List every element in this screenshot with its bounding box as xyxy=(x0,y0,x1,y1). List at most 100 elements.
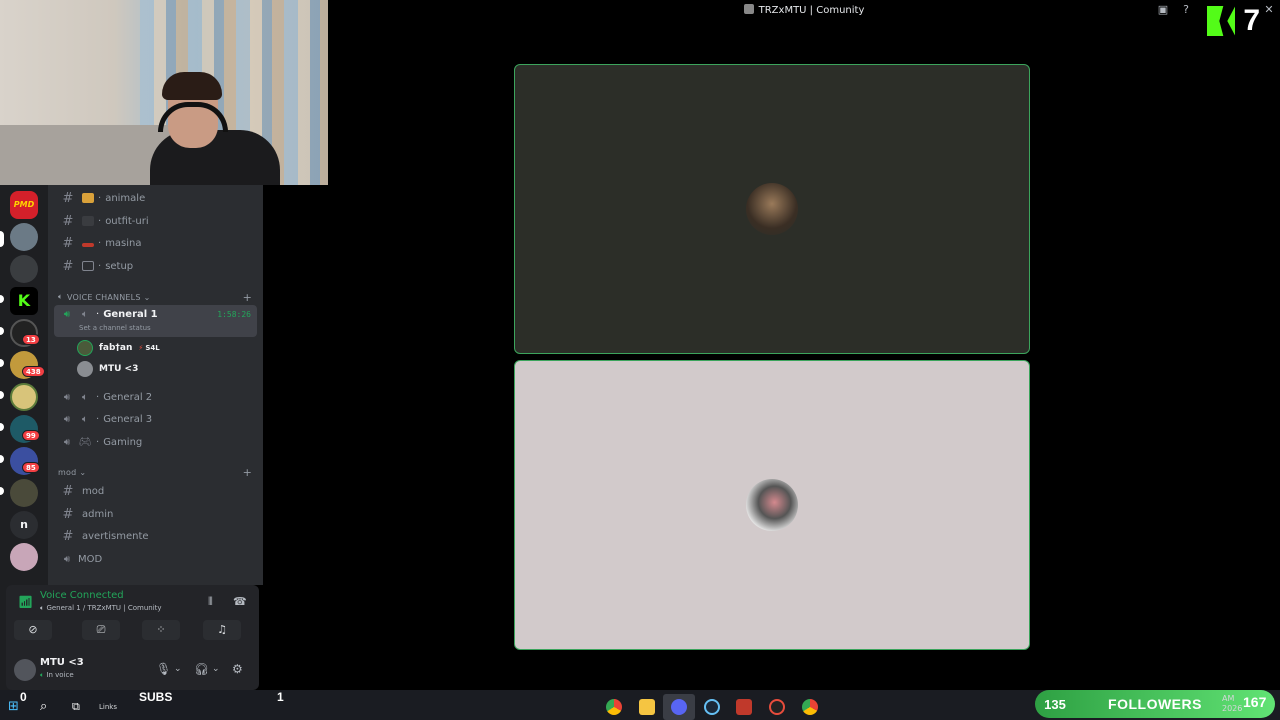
category-mod[interactable]: mod ⌄ + xyxy=(58,466,258,479)
noise-suppression-icon[interactable]: ⦀ xyxy=(208,595,213,609)
kick-logo-icon xyxy=(1207,6,1236,36)
activities-button[interactable]: ⁘ xyxy=(142,620,180,640)
kick-overlay: 7 xyxy=(1207,6,1260,36)
voice-tile-2[interactable] xyxy=(514,360,1030,650)
steam-icon[interactable] xyxy=(704,699,720,715)
voice-channel-general-1[interactable]: 🔊︎ 🔈︎ · General 1 1:58:26 Set a channel … xyxy=(54,305,257,337)
hash-icon: # xyxy=(62,483,74,499)
screen-share-button[interactable]: ⎚ xyxy=(82,620,120,640)
signal-icon[interactable]: 📶︎ xyxy=(18,595,33,609)
channel-label: admin xyxy=(82,508,114,520)
add-channel-icon[interactable]: + xyxy=(243,466,252,479)
chrome-icon[interactable] xyxy=(606,699,622,715)
windows-start-icon[interactable]: ⊞ xyxy=(8,699,24,715)
category-label: VOICE CHANNELS xyxy=(67,292,141,302)
avatar[interactable] xyxy=(14,659,36,681)
microphone-icon[interactable]: 🎙︎ xyxy=(156,662,171,676)
server-letter[interactable]: n xyxy=(10,511,38,539)
webcam-person-hair xyxy=(162,72,222,100)
links-toolbar[interactable]: Links xyxy=(99,703,117,711)
channel-label: General 1 xyxy=(103,309,158,320)
chrome-icon[interactable] xyxy=(802,699,818,715)
webcam-feed xyxy=(0,0,328,185)
channel-masina[interactable]: # · masina xyxy=(54,233,257,253)
discord-icon[interactable] xyxy=(671,699,687,715)
channel-label: MOD xyxy=(78,553,103,565)
subs-label: SUBS xyxy=(139,690,173,704)
disconnect-icon[interactable]: ☎ xyxy=(233,595,247,608)
channel-mod[interactable]: # mod xyxy=(54,481,257,501)
server-avatar-1[interactable] xyxy=(10,223,38,251)
search-icon[interactable]: ⌕ xyxy=(40,699,56,715)
subs-goal: 1 xyxy=(277,690,284,704)
file-explorer-icon[interactable] xyxy=(639,699,655,715)
category-voice-channels[interactable]: 🔈︎ VOICE CHANNELS ⌄ + xyxy=(58,291,258,304)
headphones-icon[interactable]: 🎧︎ xyxy=(194,662,209,676)
soundboard-button[interactable]: ♫ xyxy=(203,620,241,640)
chevron-down-icon[interactable]: ⌄ xyxy=(212,664,220,674)
recorder-icon[interactable] xyxy=(769,699,785,715)
system-clock[interactable]: AM 2026 xyxy=(1222,694,1242,714)
channel-setup[interactable]: # · setup xyxy=(54,256,257,276)
voice-user-name: fab†an xyxy=(99,343,133,353)
user-name[interactable]: MTU <3 xyxy=(40,657,84,668)
server-avatar-2[interactable] xyxy=(10,255,38,283)
voice-tile-1[interactable] xyxy=(514,64,1030,354)
avatar xyxy=(77,361,93,377)
voice-location[interactable]: 🔈︎ General 1 / TRZxMTU | Comunity xyxy=(40,604,162,613)
kick-count: 7 xyxy=(1243,4,1260,37)
mention-badge: 99 xyxy=(22,430,40,441)
channel-label: animale xyxy=(105,192,146,204)
channel-avertismente[interactable]: # avertismente xyxy=(54,526,257,546)
server-unread-pill xyxy=(0,423,4,431)
window-title: TRZxMTU | Comunity xyxy=(328,4,1280,16)
voice-user-mtu[interactable]: MTU <3 xyxy=(77,361,138,377)
chevron-down-icon: ⌄ xyxy=(79,468,87,477)
voice-channel-gaming[interactable]: 🔊︎ 🎮︎ · Gaming xyxy=(54,432,257,452)
server-kick-icon[interactable]: K xyxy=(10,287,38,315)
chevron-down-icon[interactable]: ⌄ xyxy=(174,664,182,674)
car-emoji-icon xyxy=(82,243,94,247)
title-bar: TRZxMTU | Comunity ▣ ? ✕ xyxy=(328,0,1280,22)
voice-user-fabian[interactable]: fab†an ⚡ S4L xyxy=(77,340,160,356)
cat-emoji-icon xyxy=(82,193,94,203)
clock-ampm: AM xyxy=(1222,694,1235,703)
voice-channel-general-2[interactable]: 🔊︎ 🔈︎ · General 2 xyxy=(54,387,257,407)
help-icon[interactable]: ? xyxy=(1180,4,1192,16)
separator-dot: · xyxy=(96,436,100,448)
server-unread-pill xyxy=(0,391,4,399)
channel-animale[interactable]: # · animale xyxy=(54,188,257,208)
window-title-text: TRZxMTU | Comunity xyxy=(758,5,865,16)
server-avatar-9[interactable] xyxy=(10,543,38,571)
hash-icon: # xyxy=(62,506,74,522)
speaker-icon: 🔈︎ xyxy=(82,391,88,403)
mention-badge: 13 xyxy=(22,334,40,345)
volume-icon: 🔊︎ xyxy=(63,436,71,448)
add-channel-icon[interactable]: + xyxy=(243,291,252,304)
close-icon[interactable]: ✕ xyxy=(1263,4,1275,16)
channel-status-hint[interactable]: Set a channel status xyxy=(79,324,151,332)
gear-icon[interactable]: ⚙ xyxy=(232,662,243,676)
channel-admin[interactable]: # admin xyxy=(54,504,257,524)
webcam-couch xyxy=(0,125,170,185)
screen: TRZxMTU | Comunity ▣ ? ✕ 7 PMD K 13 438 … xyxy=(0,0,1280,720)
channel-label: outfit-uri xyxy=(105,215,149,227)
voice-channel-mod[interactable]: 🔊︎ MOD xyxy=(54,549,257,569)
category-label: mod xyxy=(58,468,77,477)
channel-outfit-uri[interactable]: # · outfit-uri xyxy=(54,211,257,231)
speaker-icon: 🔈︎ xyxy=(82,413,88,425)
camera-toggle-button[interactable]: ⊘ xyxy=(14,620,52,640)
server-unread-pill xyxy=(0,295,4,303)
voice-status[interactable]: Voice Connected xyxy=(40,590,124,601)
participant-avatar xyxy=(746,183,798,235)
server-avatar-5[interactable] xyxy=(10,383,38,411)
server-pmd[interactable]: PMD xyxy=(10,191,38,219)
task-view-icon[interactable]: ⧉ xyxy=(72,699,88,715)
voice-channel-general-3[interactable]: 🔊︎ 🔈︎ · General 3 xyxy=(54,409,257,429)
user-panel: MTU <3 🔈︎ In voice 🎙︎ ⌄ 🎧︎ ⌄ ⚙ xyxy=(6,651,259,690)
video-editor-icon[interactable] xyxy=(736,699,752,715)
inbox-icon[interactable]: ▣ xyxy=(1157,4,1169,16)
server-avatar-8[interactable] xyxy=(10,479,38,507)
mention-badge: 85 xyxy=(22,462,40,473)
server-icon xyxy=(743,4,754,14)
